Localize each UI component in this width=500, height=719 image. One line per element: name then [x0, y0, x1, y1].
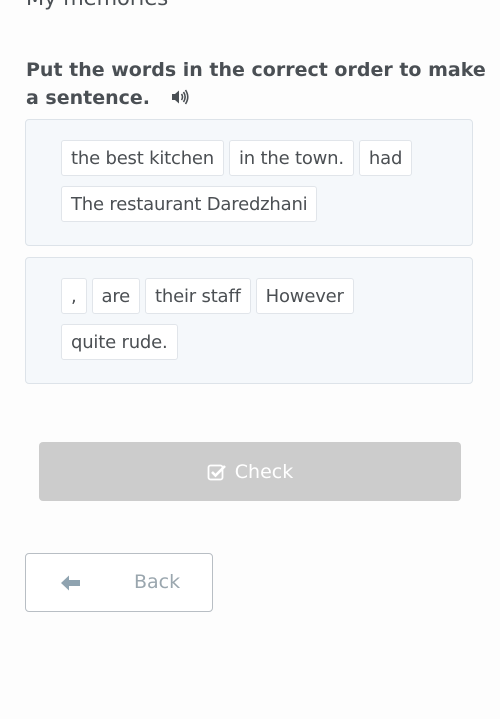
word-chip[interactable]: quite rude.	[61, 324, 178, 360]
word-chip[interactable]: However	[255, 278, 354, 314]
arrow-left-icon	[60, 574, 82, 596]
word-chip[interactable]: the best kitchen	[61, 140, 224, 176]
check-label: Check	[234, 460, 294, 483]
instruction-text: Put the words in the correct order to ma…	[26, 59, 486, 109]
word-chip[interactable]: had	[358, 140, 413, 176]
instructions: Put the words in the correct order to ma…	[26, 56, 486, 113]
exercise-page: My memories Put the words in the correct…	[0, 0, 500, 719]
word-bank-1: the best kitchen in the town. had The re…	[61, 140, 442, 222]
word-bank-2: , are their staff However quite rude.	[61, 278, 442, 360]
checkbox-icon	[207, 463, 227, 481]
back-label: Back	[134, 571, 181, 593]
sentence-box-2[interactable]: , are their staff However quite rude.	[25, 257, 473, 384]
sentence-box-1[interactable]: the best kitchen in the town. had The re…	[25, 119, 473, 246]
word-chip[interactable]: are	[91, 278, 141, 314]
word-chip[interactable]: ,	[61, 278, 87, 314]
page-title: My memories	[26, 0, 168, 10]
word-chip[interactable]: their staff	[145, 278, 251, 314]
check-button[interactable]: Check	[39, 442, 461, 501]
word-chip[interactable]: The restaurant Daredzhani	[61, 186, 318, 222]
back-button[interactable]: Back	[25, 553, 213, 612]
speaker-icon[interactable]	[171, 85, 189, 113]
word-chip[interactable]: in the town.	[229, 140, 354, 176]
